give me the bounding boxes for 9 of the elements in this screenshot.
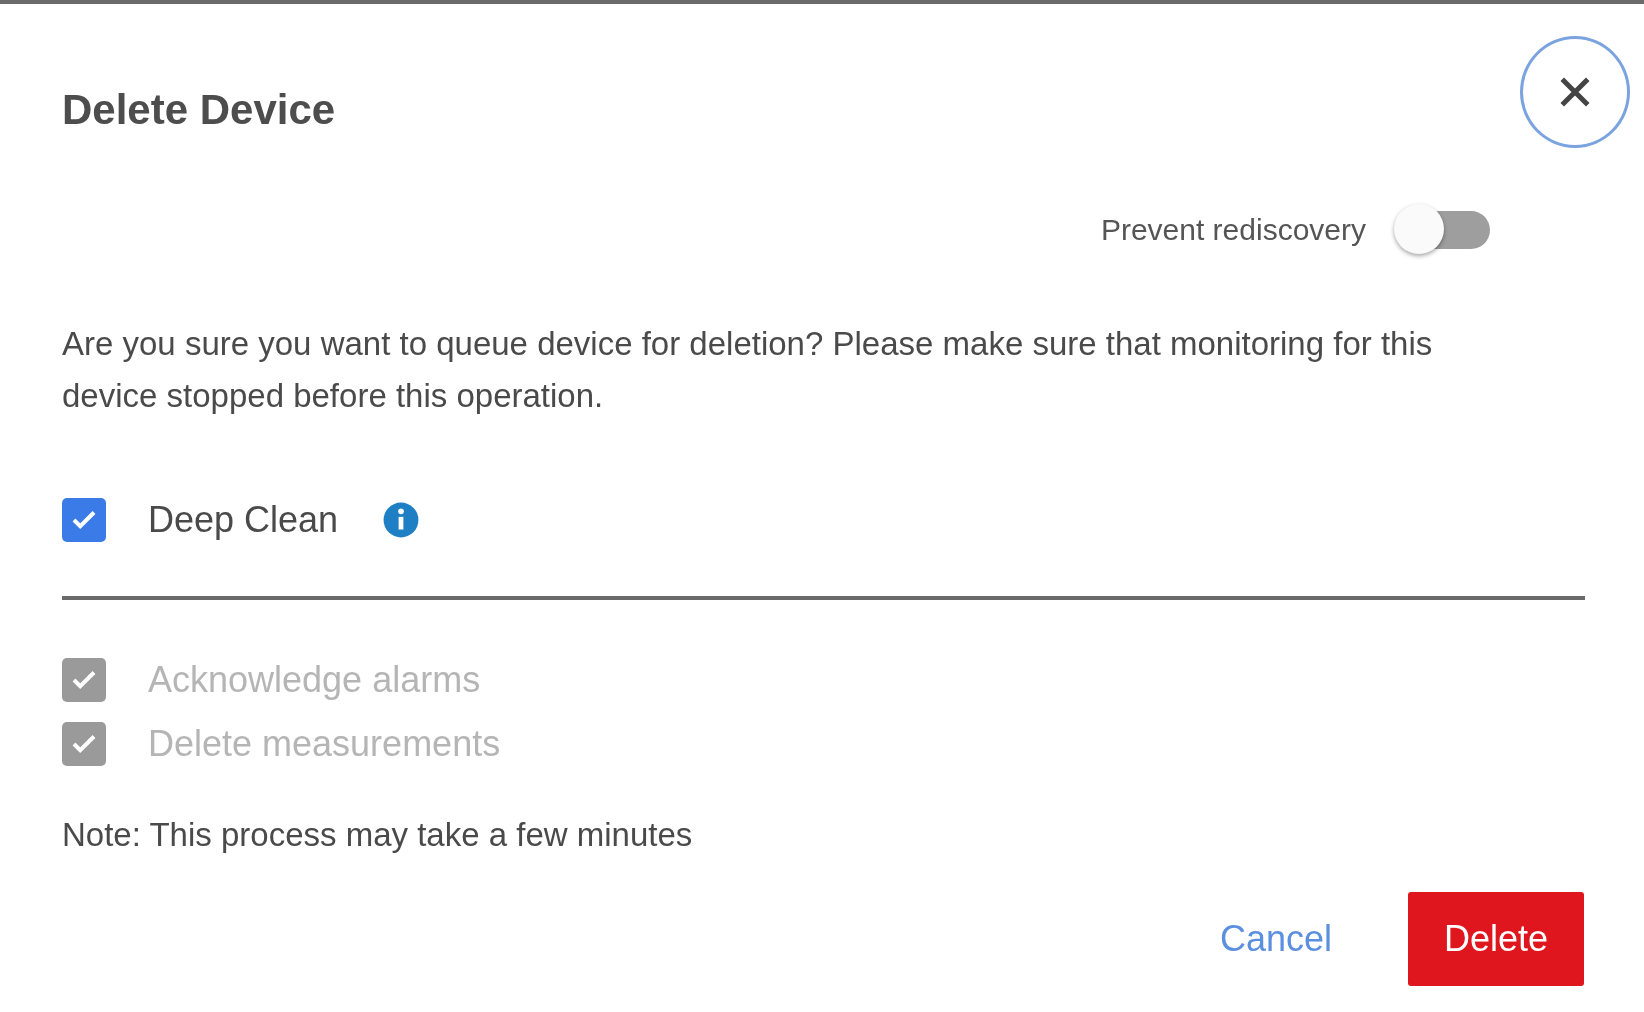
delete-button[interactable]: Delete: [1408, 892, 1584, 986]
dialog-title: Delete Device: [62, 86, 336, 134]
note-text: Note: This process may take a few minutes: [62, 816, 694, 854]
checkbox-label: Deep Clean: [148, 499, 339, 541]
confirmation-message: Are you sure you want to queue device for deletion? Please make sure that monitoring for this device stopped before this operation.: [62, 324, 1434, 416]
toggle-label: Prevent rediscovery: [1100, 213, 1366, 247]
checkbox-label: Acknowledge alarms: [148, 659, 481, 701]
cancel-button[interactable]: Cancel: [1219, 918, 1332, 960]
checkbox-label: Delete measurements: [148, 723, 501, 765]
